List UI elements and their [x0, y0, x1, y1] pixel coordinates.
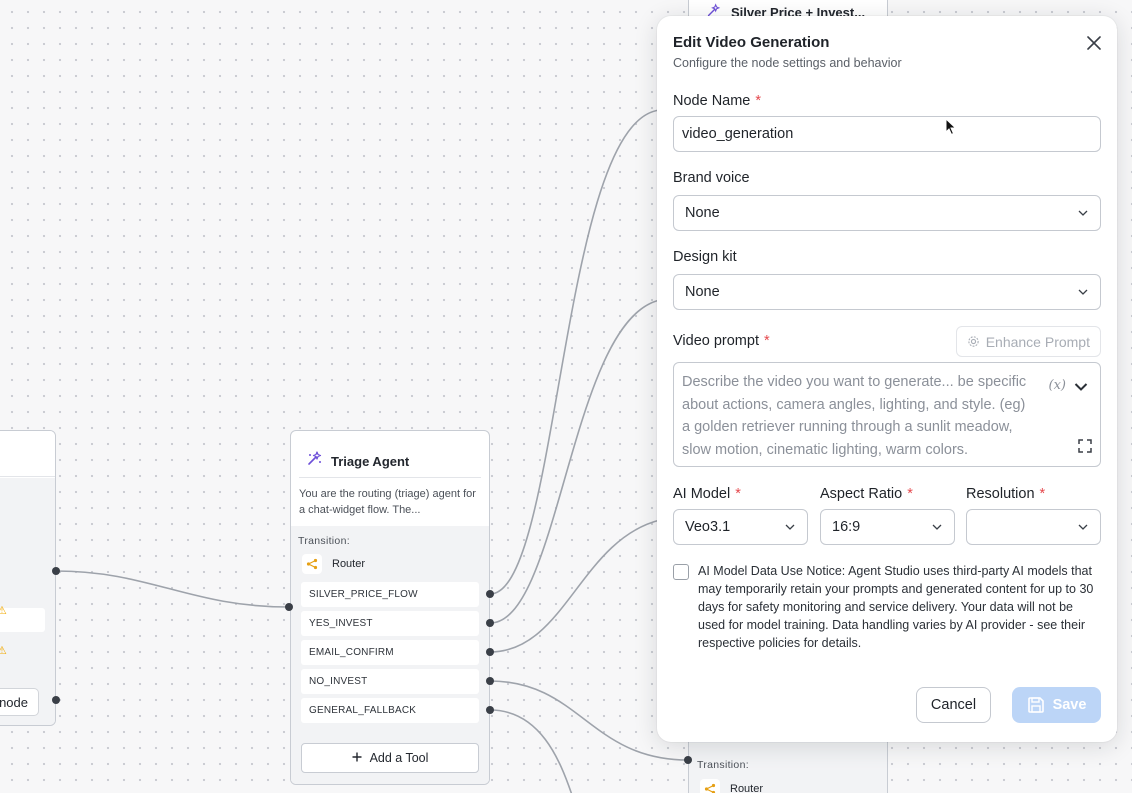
input-port[interactable] — [684, 756, 692, 764]
output-port[interactable] — [486, 619, 494, 627]
node-name-label: Node Name * — [673, 93, 762, 109]
warning-icon: ⚠ — [0, 646, 7, 657]
router-label: Router — [730, 783, 764, 793]
node-name-value: video_generation — [682, 126, 794, 142]
route-item[interactable]: EMAIL_CONFIRM — [301, 640, 479, 665]
route-item[interactable]: GENERAL_FALLBACK — [301, 698, 479, 723]
node-header: Triage Agent — [291, 431, 489, 477]
add-tool-label: Add a Tool — [369, 751, 429, 765]
chevron-down-icon — [1078, 210, 1088, 216]
route-item[interactable]: YES_INVEST — [301, 611, 479, 636]
expand-icon[interactable] — [1078, 438, 1092, 461]
aspect-ratio-value: 16:9 — [832, 519, 861, 535]
output-port[interactable] — [486, 590, 494, 598]
output-port[interactable] — [486, 677, 494, 685]
required-mark: * — [763, 333, 770, 349]
chevron-down-icon — [932, 524, 942, 530]
data-use-notice: AI Model Data Use Notice: Agent Studio u… — [673, 562, 1103, 652]
close-button[interactable] — [1085, 34, 1103, 52]
close-icon — [1087, 36, 1101, 50]
resolution-label: Resolution * — [966, 486, 1046, 502]
add-node-button[interactable]: node — [0, 688, 39, 716]
node-title: Triage Agent — [331, 453, 410, 469]
required-mark: * — [735, 486, 741, 502]
node-name-input[interactable]: video_generation — [673, 116, 1101, 152]
left-flow-node[interactable]: ⚠ ⚠ node — [0, 430, 56, 726]
edge-silver-price-flow — [489, 109, 661, 595]
ai-model-label: AI Model * — [673, 486, 741, 502]
enhance-prompt-button[interactable]: Enhance Prompt — [955, 326, 1101, 357]
ai-model-value: Veo3.1 — [685, 519, 731, 535]
chevron-down-icon — [1078, 524, 1088, 530]
required-mark: * — [755, 93, 762, 109]
router-row: Router — [700, 779, 763, 793]
route-list: SILVER_PRICE_FLOW YES_INVEST EMAIL_CONFI… — [301, 582, 479, 727]
route-item[interactable]: NO_INVEST — [301, 669, 479, 694]
edit-video-generation-panel: Edit Video Generation Configure the node… — [657, 16, 1117, 742]
route-item[interactable]: SILVER_PRICE_FLOW — [301, 582, 479, 607]
chevron-down-icon — [1078, 289, 1088, 295]
edge-left-to-triage — [55, 570, 290, 608]
save-label: Save — [1052, 697, 1087, 713]
required-mark: * — [1039, 486, 1046, 502]
transition-label: Transition: — [298, 535, 350, 547]
router-icon — [700, 779, 720, 793]
router-label: Router — [332, 558, 366, 570]
output-port[interactable] — [486, 648, 494, 656]
video-prompt-placeholder: Describe the video you want to generate.… — [682, 374, 1027, 458]
warning-icon: ⚠ — [0, 606, 7, 617]
variable-insert-button[interactable]: (x) — [1049, 375, 1066, 398]
design-kit-label: Design kit — [673, 249, 737, 265]
output-port[interactable] — [52, 567, 60, 575]
resolution-select[interactable] — [966, 509, 1101, 545]
design-kit-select[interactable]: None — [673, 274, 1101, 310]
sparkle-icon — [305, 450, 323, 473]
save-button[interactable]: Save — [1012, 687, 1101, 723]
required-mark: * — [907, 486, 913, 502]
gear-icon — [968, 336, 979, 347]
enhance-prompt-label: Enhance Prompt — [985, 333, 1090, 350]
triage-agent-node[interactable]: Triage Agent You are the routing (triage… — [290, 430, 490, 785]
edge-email-confirm — [489, 519, 661, 653]
ai-model-select[interactable]: Veo3.1 — [673, 509, 808, 545]
output-port[interactable] — [486, 706, 494, 714]
chevron-down-icon — [785, 524, 795, 530]
brand-voice-label: Brand voice — [673, 170, 750, 186]
video-prompt-textarea[interactable]: Describe the video you want to generate.… — [673, 362, 1101, 467]
router-icon — [302, 554, 322, 574]
brand-voice-select[interactable]: None — [673, 195, 1101, 231]
input-port[interactable] — [285, 603, 293, 611]
add-tool-button[interactable]: Add a Tool — [301, 743, 479, 773]
design-kit-value: None — [685, 284, 720, 300]
edge-general-fallback — [489, 709, 573, 793]
aspect-ratio-label: Aspect Ratio * — [820, 486, 913, 502]
left-node-header — [0, 431, 55, 477]
transition-area: Transition: Router SILVER_PRICE_FLOW YES… — [291, 526, 489, 784]
notice-checkbox[interactable] — [673, 564, 689, 580]
notice-text: AI Model Data Use Notice: Agent Studio u… — [698, 564, 1094, 650]
edge-yes-invest — [489, 299, 661, 624]
router-row: Router — [291, 547, 489, 574]
plus-icon — [352, 751, 362, 765]
mouse-cursor — [945, 117, 957, 141]
panel-title: Edit Video Generation — [673, 34, 830, 51]
node-description: You are the routing (triage) agent for a… — [299, 488, 476, 516]
aspect-ratio-select[interactable]: 16:9 — [820, 509, 955, 545]
brand-voice-value: None — [685, 205, 720, 221]
chevron-down-icon[interactable] — [1074, 377, 1088, 400]
panel-subtitle: Configure the node settings and behavior — [673, 56, 902, 70]
transition-label: Transition: — [697, 759, 749, 771]
cancel-button[interactable]: Cancel — [916, 687, 991, 723]
save-icon — [1027, 697, 1044, 713]
video-prompt-label: Video prompt * — [673, 333, 770, 349]
output-port[interactable] — [52, 696, 60, 704]
